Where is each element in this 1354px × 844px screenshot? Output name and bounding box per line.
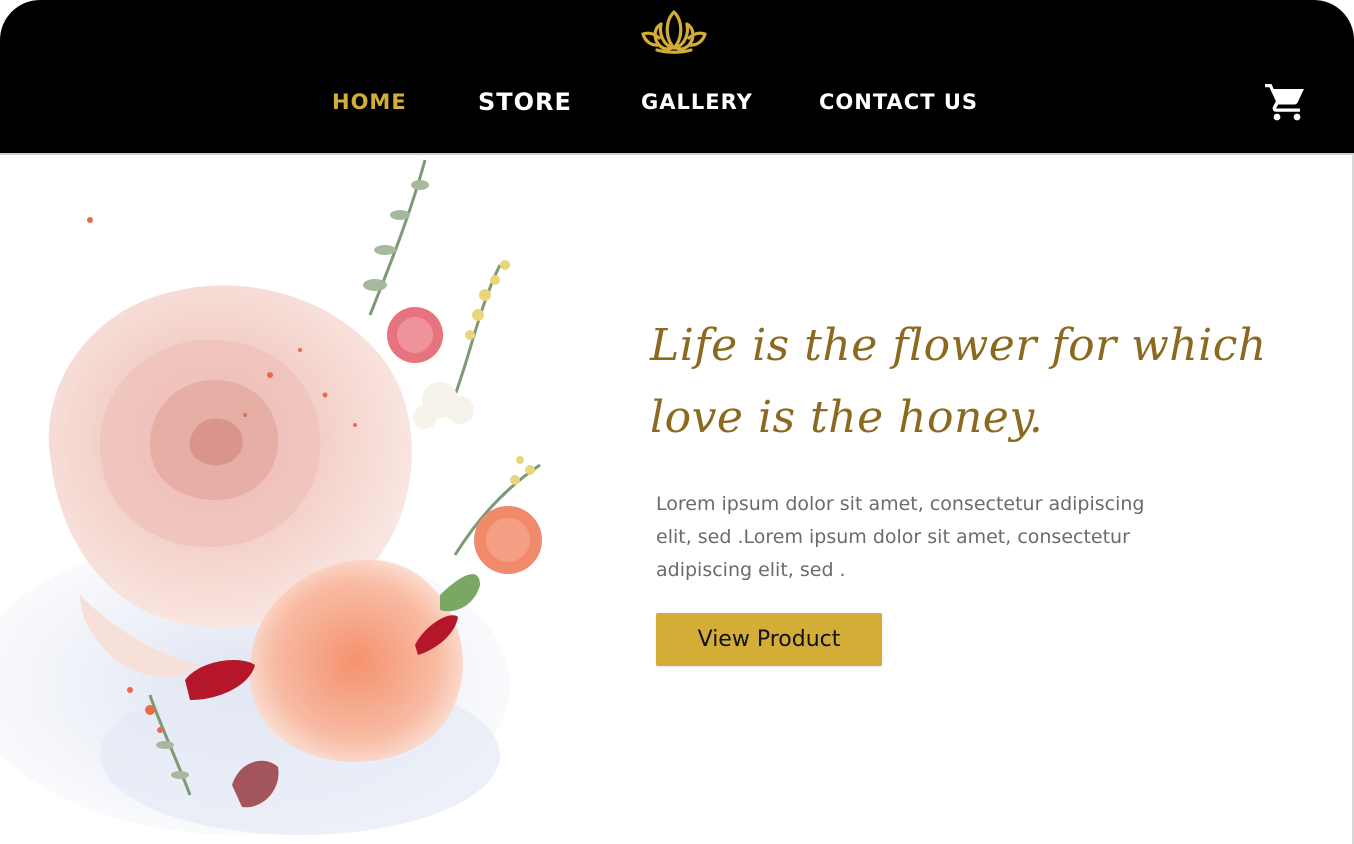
cart-icon[interactable]: [1264, 82, 1306, 122]
page-frame: HOME STORE GALLERY CONTACT US Life is th…: [0, 0, 1354, 844]
nav-gallery-link[interactable]: GALLERY: [641, 86, 753, 118]
nav-store-link[interactable]: STORE: [478, 86, 572, 118]
view-product-button[interactable]: View Product: [656, 613, 882, 666]
top-navbar: HOME STORE GALLERY CONTACT US: [0, 0, 1354, 153]
hero-description: Lorem ipsum dolor sit amet, consectetur …: [656, 493, 1145, 581]
hero-quote: Life is the flower for which love is the…: [650, 320, 1267, 443]
main-nav: HOME STORE GALLERY CONTACT US: [0, 86, 1354, 118]
rose-bouquet-image: [0, 155, 620, 844]
nav-contact-link[interactable]: CONTACT US: [819, 86, 978, 118]
nav-home-link[interactable]: HOME: [332, 86, 407, 118]
lotus-icon[interactable]: [639, 8, 709, 56]
